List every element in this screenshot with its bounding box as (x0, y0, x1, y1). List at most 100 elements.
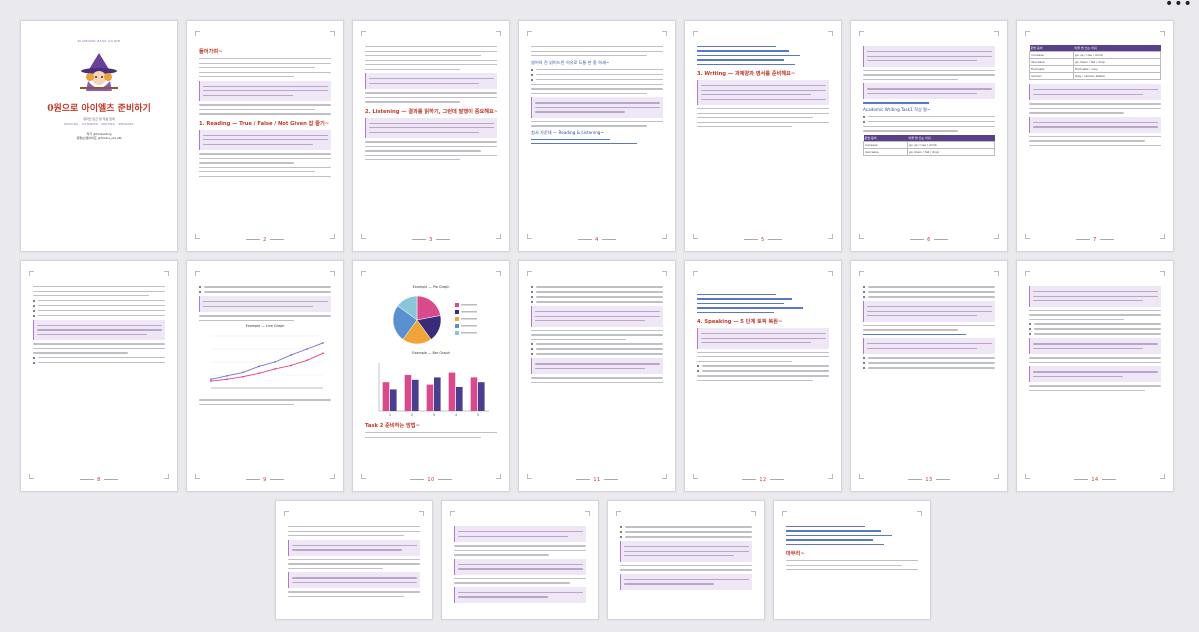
cover-eyebrow: DIAMOND PASS GUIDE (77, 39, 121, 43)
page-thumbnail-11[interactable]: 11 (518, 260, 676, 492)
x-tick-label: 5 (477, 413, 479, 417)
page-thumbnail-6[interactable]: Academic Writing Task1 학상 탈~ 문법 용어 비율 쓸 쓰… (850, 20, 1008, 252)
page-number: 12 (685, 477, 841, 483)
x-tick-label: 1 (389, 413, 391, 417)
pie-chart-title: Example — Pie Graph (412, 285, 450, 289)
section-heading: 1. Reading — True / False / Not Given 잡 … (199, 120, 330, 127)
data-point (274, 368, 276, 370)
page-thumbnail-4[interactable]: 영어의 전 읽어드린 이유로 도통 한 중 하세~ 청서 가운데 — Readi… (518, 20, 676, 252)
page-thumbnail-2[interactable]: 들어가며~ 1. Reading — True / False / Not Gi… (186, 20, 344, 252)
legend-label-line (461, 332, 477, 334)
bar (470, 377, 478, 411)
page-thumbnail-14[interactable]: 14 (1016, 260, 1174, 492)
data-point (322, 352, 324, 355)
pie-chart (392, 295, 477, 345)
subheading (697, 286, 829, 291)
page-thumbnail-8[interactable]: 8 (20, 260, 178, 492)
page-thumbnail-5[interactable]: 3. Writing — 과제양과 영서를 준비해요~ 5 (684, 20, 842, 252)
legend-label-line (461, 311, 477, 313)
page-number: 14 (1017, 477, 1173, 483)
bar (426, 384, 434, 411)
legend-swatch (455, 324, 459, 328)
bar (404, 375, 412, 411)
page-thumbnail-17[interactable] (607, 500, 765, 620)
section-heading: 2. Listening — 결과를 읽하기, 그런데 발행이 중요해요~ (365, 108, 497, 115)
page-number: 8 (21, 477, 177, 483)
data-point (210, 378, 212, 381)
page-number: 13 (851, 477, 1007, 483)
page-thumbnail-9[interactable]: Example — Line Graph 9 (186, 260, 344, 492)
bar (412, 379, 419, 411)
bar (448, 372, 456, 411)
legend-label-line (461, 318, 477, 320)
data-point (306, 348, 308, 351)
data-point (258, 365, 260, 368)
section-heading: 마무리~ (786, 550, 805, 557)
page-number: 6 (851, 237, 1007, 243)
page-thumbnail-18[interactable]: 마무리~ (773, 500, 931, 620)
page-number: 5 (685, 237, 841, 243)
subheading: 영어의 전 읽어드린 이유로 도통 한 중 하세~ (531, 59, 610, 65)
x-tick-label: 2 (411, 413, 413, 417)
cover-tags: READING · LISTENING · WRITING · SPEAKING (64, 123, 134, 126)
data-point (258, 372, 260, 375)
page-number: 7 (1017, 237, 1173, 243)
page-thumbnail-15[interactable] (275, 500, 433, 620)
data-point (210, 380, 212, 383)
legend-label-line (461, 304, 477, 306)
page-thumbnail-13[interactable]: 13 (850, 260, 1008, 492)
page-thumbnail-3[interactable]: 2. Listening — 결과를 읽하기, 그런데 발행이 중요해요~ 3 (352, 20, 510, 252)
data-point (242, 371, 244, 374)
data-point (274, 361, 276, 364)
page-heading: 들어가며~ (199, 49, 223, 55)
data-point (290, 354, 292, 357)
page-thumbnail-grid: DIAMOND PASS GUIDE 0원으로 아이엘츠 준비하기 유학인 민간… (20, 20, 1186, 628)
more-options-button[interactable]: ••• (1165, 0, 1192, 12)
section-heading: 청서 가운데 — Reading & Listening~ (531, 129, 604, 135)
vocab-table: 문법 용어 비율 쓸 쓰는 어휘 increase go up / rise / c… (863, 134, 996, 156)
series-line (210, 342, 324, 380)
section-heading: 4. Speaking — 5 단계 토픽 복원~ (697, 318, 783, 325)
bar (382, 382, 390, 411)
series-line (210, 353, 324, 382)
page-thumbnail-12[interactable]: 4. Speaking — 5 단계 토픽 복원~ 12 (684, 260, 842, 492)
bar (434, 377, 441, 411)
legend-swatch (455, 331, 459, 335)
section-heading: 3. Writing — 과제양과 영서를 준비해요~ (697, 70, 796, 77)
thumbnail-row-2: 8 Example — Line Graph 9 Example — Pie G… (20, 260, 1186, 492)
section-heading: Task 2 준비하는 방법~ (365, 423, 420, 429)
section-heading: Academic Writing Task1 학상 탈~ (863, 106, 931, 112)
legend-swatch (455, 303, 459, 307)
legend-label-line (461, 325, 477, 327)
x-tick-label: 4 (455, 413, 458, 417)
page-thumbnail-10[interactable]: Example — Pie Graph Example — Bar Graph … (352, 260, 510, 492)
data-point (226, 375, 228, 377)
bar-chart-title: Example — Bar Graph (412, 351, 450, 355)
page-number: 4 (519, 237, 675, 243)
data-point (242, 375, 244, 378)
cover-subtitle: 유학인 민간 영 무료 합격 (83, 117, 115, 121)
thumbnail-row-3: 마무리~ (20, 500, 1186, 620)
page-thumbnail-7[interactable]: 문법 용어 비율 쓸 쓰는 어휘 increase go up / rise / c… (1016, 20, 1174, 252)
vocab-table-continued: 문법 용어 비율 쓸 쓰는 어휘 increase go up / rise / c… (1029, 45, 1162, 80)
bar-chart: 1 2 3 4 5 (378, 363, 489, 417)
data-point (306, 359, 308, 362)
page-thumbnail-16[interactable] (441, 500, 599, 620)
thumbnail-row-1: DIAMOND PASS GUIDE 0원으로 아이엘츠 준비하기 유학인 민간… (20, 20, 1186, 252)
page-number: 9 (187, 477, 343, 483)
witch-illustration (80, 53, 118, 91)
legend-swatch (455, 317, 459, 321)
line-chart (210, 335, 324, 389)
bar (478, 382, 485, 411)
page-thumbnail-1[interactable]: DIAMOND PASS GUIDE 0원으로 아이엘츠 준비하기 유학인 민간… (20, 20, 178, 252)
x-tick-label: 3 (433, 413, 435, 417)
page-number: 10 (353, 477, 509, 483)
line-chart-title: Example — Line Graph (245, 324, 285, 329)
data-point (322, 342, 324, 344)
legend-swatch (455, 310, 459, 314)
cover-author-2: 유튜브/웹사이트 @hmzrs_uts.sfb (76, 136, 122, 141)
page-number: 11 (519, 477, 675, 483)
bar (456, 387, 463, 411)
bar (390, 389, 397, 411)
cover-title: 0원으로 아이엘츠 준비하기 (47, 104, 151, 114)
